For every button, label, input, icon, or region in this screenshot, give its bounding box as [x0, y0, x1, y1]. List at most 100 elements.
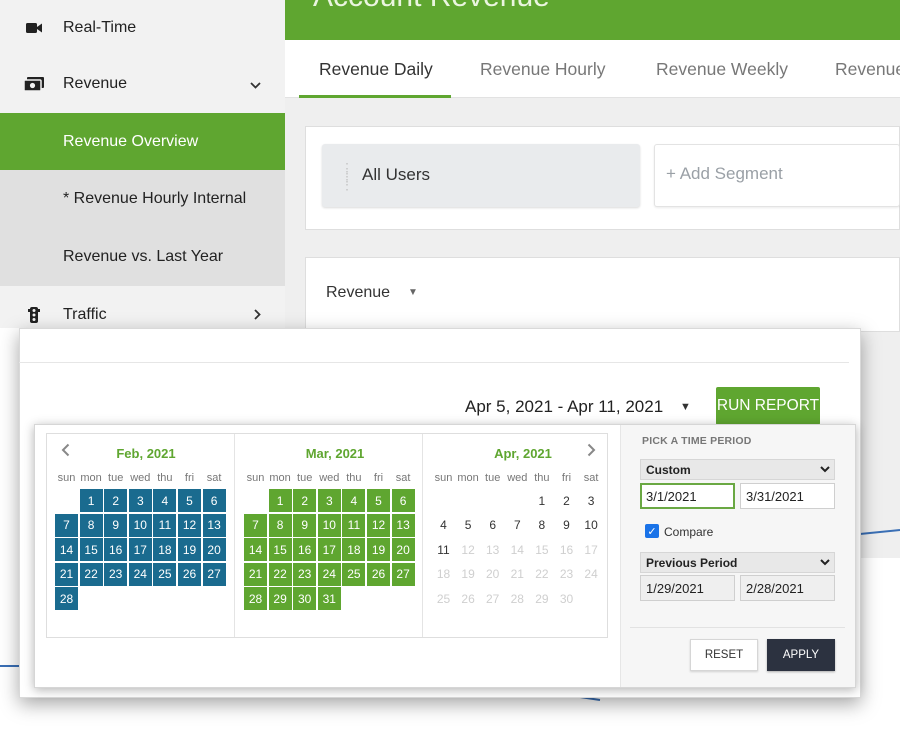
calendar-day[interactable]: 13 — [481, 538, 504, 561]
drag-handle-icon[interactable]: ⋮ ⋮ ⋮ — [340, 161, 354, 191]
calendar-day[interactable]: 15 — [530, 538, 553, 561]
calendar-day[interactable]: 7 — [506, 514, 529, 537]
calendar-day[interactable]: 10 — [128, 513, 152, 537]
calendar-day[interactable]: 20 — [202, 538, 226, 561]
calendar-day[interactable]: 30 — [293, 587, 317, 610]
apply-button[interactable]: APPLY — [767, 639, 835, 671]
calendar-day[interactable]: 11 — [153, 513, 177, 537]
calendar-day[interactable]: 4 — [432, 514, 455, 537]
calendar-day[interactable]: 29 — [530, 587, 553, 610]
calendar-day[interactable]: 17 — [317, 538, 341, 561]
end-date-input[interactable]: 3/31/2021 — [740, 483, 835, 509]
calendar-day[interactable]: 2 — [293, 489, 317, 512]
calendar-day[interactable]: 26 — [367, 562, 390, 586]
calendar-day[interactable]: 5 — [457, 514, 480, 537]
calendar-day[interactable]: 25 — [153, 562, 177, 586]
calendar-day[interactable]: 1 — [530, 489, 553, 512]
calendar-day[interactable]: 25 — [432, 587, 455, 610]
calendar-day[interactable]: 13 — [202, 513, 226, 537]
calendar-day[interactable]: 23 — [293, 562, 317, 586]
calendar-day[interactable]: 8 — [530, 514, 553, 537]
calendar-day[interactable]: 18 — [342, 538, 366, 561]
calendar-day[interactable]: 21 — [244, 562, 267, 586]
calendar-day[interactable]: 9 — [104, 513, 128, 537]
calendar-day[interactable]: 31 — [317, 587, 341, 610]
calendar-day[interactable]: 27 — [481, 587, 504, 610]
calendar-day[interactable]: 11 — [432, 538, 455, 561]
start-date-input[interactable]: 3/1/2021 — [640, 483, 735, 509]
calendar-day[interactable]: 8 — [268, 513, 292, 537]
calendar-day[interactable]: 14 — [244, 538, 267, 561]
calendar-day[interactable]: 28 — [55, 587, 78, 610]
calendar-day[interactable]: 10 — [580, 514, 603, 537]
tab-revenue-daily[interactable]: Revenue Daily — [319, 59, 433, 80]
calendar-day[interactable]: 12 — [178, 513, 201, 537]
compare-period-select[interactable]: Previous Period — [640, 552, 835, 573]
calendar-day[interactable]: 27 — [391, 562, 415, 586]
calendar-day[interactable]: 17 — [128, 538, 152, 561]
calendar-day[interactable]: 7 — [55, 513, 78, 537]
calendar-day[interactable]: 26 — [457, 587, 480, 610]
calendar-day[interactable]: 9 — [555, 514, 578, 537]
date-range-selector[interactable]: Apr 5, 2021 - Apr 11, 2021 — [465, 397, 663, 417]
calendar-day[interactable]: 12 — [457, 538, 480, 561]
calendar-day[interactable]: 4 — [342, 489, 366, 512]
sidebar-item-revenue-overview[interactable]: Revenue Overview — [0, 113, 285, 170]
calendar-day[interactable]: 19 — [457, 563, 480, 586]
calendar-day[interactable]: 21 — [506, 563, 529, 586]
calendar-day[interactable]: 5 — [178, 489, 201, 512]
calendar-day[interactable]: 16 — [293, 538, 317, 561]
calendar-day[interactable]: 30 — [555, 587, 578, 610]
calendar-day[interactable]: 15 — [79, 538, 103, 561]
caret-down-icon[interactable]: ▼ — [680, 401, 691, 413]
calendar-day[interactable]: 23 — [555, 563, 578, 586]
calendar-day[interactable]: 16 — [555, 538, 578, 561]
calendar-day[interactable]: 4 — [153, 489, 177, 512]
run-report-button[interactable]: RUN REPORT — [716, 387, 820, 425]
calendar-day[interactable]: 3 — [128, 489, 152, 512]
tab-revenue-hourly[interactable]: Revenue Hourly — [480, 59, 605, 80]
calendar-day[interactable]: 26 — [178, 562, 201, 586]
calendar-day[interactable]: 2 — [104, 489, 128, 512]
sidebar-item-revenue-vs-last-year[interactable]: Revenue vs. Last Year — [0, 228, 285, 286]
metric-select[interactable]: Revenue — [326, 284, 390, 302]
period-select[interactable]: Custom — [640, 459, 835, 480]
calendar-day[interactable]: 20 — [391, 538, 415, 561]
calendar-day[interactable]: 8 — [79, 513, 103, 537]
tab-revenue-weekly[interactable]: Revenue Weekly — [656, 59, 788, 80]
calendar-day[interactable]: 16 — [104, 538, 128, 561]
calendar-day[interactable]: 28 — [506, 587, 529, 610]
calendar-day[interactable]: 19 — [367, 538, 390, 561]
calendar-day[interactable]: 3 — [580, 489, 603, 512]
tab-revenue-more[interactable]: Revenue — [835, 59, 900, 80]
calendar-day[interactable]: 1 — [268, 489, 292, 512]
calendar-day[interactable]: 7 — [244, 513, 267, 537]
calendar-day[interactable]: 10 — [317, 513, 341, 537]
sidebar-item-real-time[interactable]: Real-Time — [0, 0, 285, 55]
calendar-day[interactable]: 14 — [55, 538, 78, 561]
calendar-day[interactable]: 19 — [178, 538, 201, 561]
calendar-day[interactable]: 13 — [391, 513, 415, 537]
calendar-day[interactable]: 15 — [268, 538, 292, 561]
calendar-day[interactable]: 3 — [317, 489, 341, 512]
calendar-day[interactable]: 22 — [268, 562, 292, 586]
calendar-day[interactable]: 29 — [268, 587, 292, 610]
reset-button[interactable]: RESET — [690, 639, 758, 671]
calendar-day[interactable]: 6 — [481, 514, 504, 537]
calendar-day[interactable]: 14 — [506, 538, 529, 561]
calendar-day[interactable]: 22 — [530, 563, 553, 586]
calendar-day[interactable]: 18 — [432, 563, 455, 586]
calendar-day[interactable]: 17 — [580, 538, 603, 561]
compare-checkbox[interactable]: ✓ — [645, 524, 659, 538]
calendar-day[interactable]: 1 — [79, 489, 103, 512]
calendar-day[interactable]: 24 — [317, 562, 341, 586]
sidebar-item-revenue-hourly-internal[interactable]: * Revenue Hourly Internal — [0, 170, 285, 228]
calendar-day[interactable]: 9 — [293, 513, 317, 537]
compare-end-date-input[interactable]: 2/28/2021 — [740, 575, 835, 601]
calendar-day[interactable]: 23 — [104, 562, 128, 586]
caret-down-icon[interactable]: ▼ — [408, 287, 418, 298]
calendar-day[interactable]: 12 — [367, 513, 390, 537]
calendar-day[interactable]: 20 — [481, 563, 504, 586]
calendar-day[interactable]: 22 — [79, 562, 103, 586]
compare-start-date-input[interactable]: 1/29/2021 — [640, 575, 735, 601]
